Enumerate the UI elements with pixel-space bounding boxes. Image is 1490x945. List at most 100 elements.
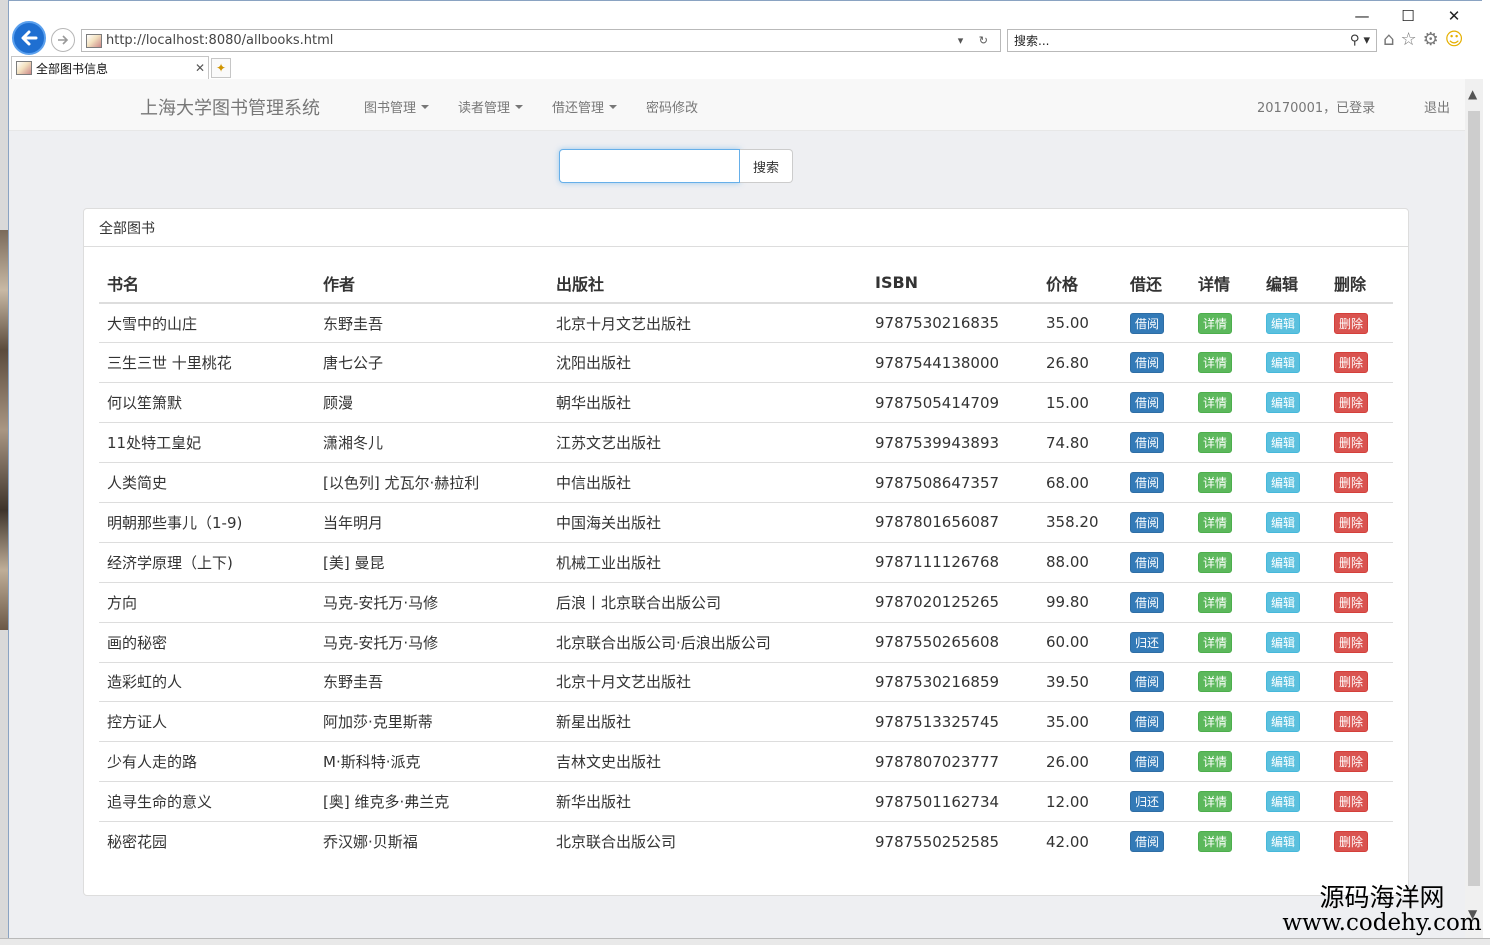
back-button[interactable] [12,21,46,55]
delete-button[interactable]: 删除 [1334,791,1369,813]
lend-return-button[interactable]: 借阅 [1130,591,1165,613]
lend-return-button[interactable]: 借阅 [1130,432,1165,454]
delete-button[interactable]: 删除 [1334,831,1369,853]
delete-button[interactable]: 删除 [1334,312,1369,334]
tab-close-icon[interactable]: ✕ [192,61,208,75]
lend-return-button[interactable]: 借阅 [1130,511,1165,533]
edit-button[interactable]: 编辑 [1266,551,1301,573]
edit-button[interactable]: 编辑 [1266,791,1301,813]
detail-button[interactable]: 详情 [1198,432,1233,454]
edit-button[interactable]: 编辑 [1266,352,1301,374]
detail-button[interactable]: 详情 [1198,511,1233,533]
nav-password-change[interactable]: 密码修改 [646,97,698,116]
cell-publisher: 江苏文艺出版社 [548,422,867,463]
delete-button[interactable]: 删除 [1334,751,1369,773]
cell-name: 少有人走的路 [99,741,315,782]
detail-button[interactable]: 详情 [1198,631,1233,653]
lend-return-button[interactable]: 借阅 [1130,831,1165,853]
lend-return-button[interactable]: 借阅 [1130,551,1165,573]
edit-button[interactable]: 编辑 [1266,631,1301,653]
lend-return-button[interactable]: 借阅 [1130,711,1165,733]
edit-button[interactable]: 编辑 [1266,671,1301,693]
cell-name: 大雪中的山庄 [99,302,315,343]
edit-button[interactable]: 编辑 [1266,751,1301,773]
logout-link[interactable]: 退出 [1424,97,1450,116]
browser-search-placeholder[interactable]: 搜索... [1014,32,1350,49]
nav-lending-management[interactable]: 借还管理 [552,97,618,116]
delete-button[interactable]: 删除 [1334,711,1369,733]
favorites-star-icon[interactable]: ☆ [1400,29,1416,50]
edit-button[interactable]: 编辑 [1266,472,1301,493]
lend-return-button[interactable]: 借阅 [1130,392,1165,414]
address-bar[interactable]: http://localhost:8080/allbooks.html ▾ ↻ [81,29,1001,52]
browser-tab[interactable]: 全部图书信息 ✕ [11,56,209,79]
delete-button[interactable]: 删除 [1334,352,1369,374]
cell-name: 何以笙箫默 [99,382,315,423]
detail-button[interactable]: 详情 [1198,312,1233,334]
detail-button[interactable]: 详情 [1198,591,1233,613]
delete-cell: 删除 [1326,302,1393,343]
edit-button[interactable]: 编辑 [1266,711,1301,733]
cell-publisher: 朝华出版社 [548,382,867,423]
lend-return-button[interactable]: 归还 [1130,791,1165,813]
book-search-button[interactable]: 搜索 [740,149,793,183]
forward-button[interactable] [51,28,75,52]
user-status[interactable]: 20170001，已登录 [1257,97,1375,116]
settings-gear-icon[interactable]: ⚙ [1423,29,1439,50]
delete-button[interactable]: 删除 [1334,472,1369,493]
cell-publisher: 新华出版社 [548,781,867,822]
detail-button[interactable]: 详情 [1198,751,1233,773]
delete-button[interactable]: 删除 [1334,432,1369,454]
detail-button[interactable]: 详情 [1198,551,1233,573]
detail-button[interactable]: 详情 [1198,791,1233,813]
delete-button[interactable]: 删除 [1334,591,1369,613]
maximize-button[interactable]: ☐ [1385,5,1431,27]
lend-return-button[interactable]: 借阅 [1130,472,1165,493]
scroll-up-icon[interactable]: ▲ [1468,87,1477,101]
new-tab-button[interactable]: ✦ [211,58,231,78]
edit-button[interactable]: 编辑 [1266,511,1301,533]
delete-button[interactable]: 删除 [1334,671,1369,693]
detail-button[interactable]: 详情 [1198,472,1233,493]
detail-cell: 详情 [1190,462,1258,503]
detail-button[interactable]: 详情 [1198,831,1233,853]
delete-button[interactable]: 删除 [1334,392,1369,414]
edit-button[interactable]: 编辑 [1266,591,1301,613]
cell-price: 26.00 [1038,741,1122,782]
detail-button[interactable]: 详情 [1198,671,1233,693]
minimize-button[interactable]: — [1339,5,1385,27]
detail-button[interactable]: 详情 [1198,392,1233,414]
edit-button[interactable]: 编辑 [1266,432,1301,454]
delete-button[interactable]: 删除 [1334,631,1369,653]
edit-button[interactable]: 编辑 [1266,392,1301,414]
edit-button[interactable]: 编辑 [1266,312,1301,334]
lend-return-button[interactable]: 借阅 [1130,352,1165,374]
search-icon[interactable]: ⚲ ▾ [1350,33,1376,48]
cell-publisher: 机械工业出版社 [548,541,867,583]
brand-title[interactable]: 上海大学图书管理系统 [140,94,320,120]
edit-button[interactable]: 编辑 [1266,831,1301,853]
lend-return-button[interactable]: 借阅 [1130,312,1165,334]
address-url[interactable]: http://localhost:8080/allbooks.html [106,33,958,48]
nav-book-management[interactable]: 图书管理 [364,97,430,116]
book-search-input[interactable] [559,149,740,183]
nav-reader-management[interactable]: 读者管理 [458,97,524,116]
tab-title[interactable]: 全部图书信息 [36,60,192,77]
close-button[interactable]: ✕ [1431,5,1477,27]
feedback-smiley-icon[interactable]: ☺ [1445,29,1464,50]
delete-button[interactable]: 删除 [1334,511,1369,533]
lend-return-button[interactable]: 借阅 [1130,751,1165,773]
delete-button[interactable]: 删除 [1334,551,1369,573]
edit-cell: 编辑 [1258,741,1326,782]
home-icon[interactable]: ⌂ [1383,29,1394,50]
lend-return-button[interactable]: 归还 [1130,631,1165,653]
scroll-thumb[interactable] [1468,111,1480,886]
cell-isbn: 9787505414709 [867,382,1038,423]
address-tools[interactable]: ▾ ↻ [958,34,1000,47]
detail-button[interactable]: 详情 [1198,711,1233,733]
lend-return-button[interactable]: 借阅 [1130,671,1165,693]
browser-search-box[interactable]: 搜索... ⚲ ▾ [1007,29,1377,52]
detail-button[interactable]: 详情 [1198,352,1233,374]
page-scrollbar[interactable]: ▲ ▼ [1465,79,1483,939]
books-table-body: 大雪中的山庄 东野圭吾 北京十月文艺出版社 9787530216835 35.00 借阅详… [99,302,1393,862]
